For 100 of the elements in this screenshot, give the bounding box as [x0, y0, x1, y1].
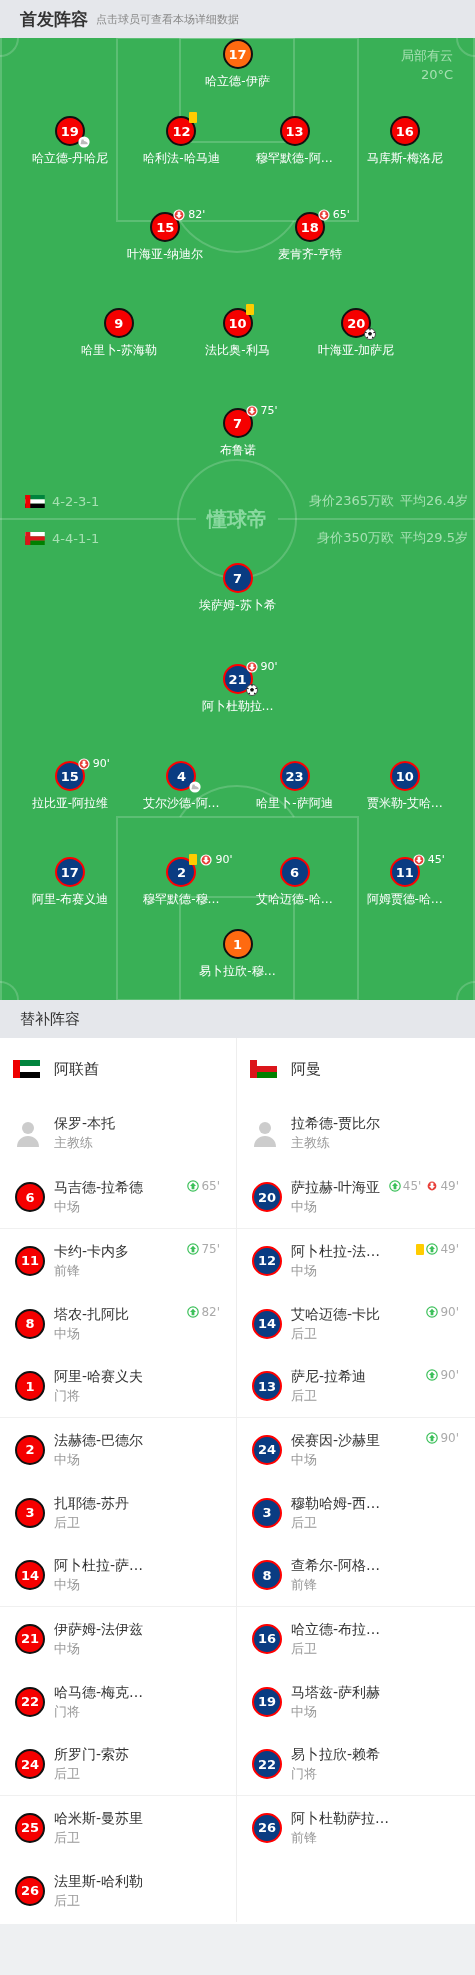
player-name[interactable]: 哈马德-梅克… — [54, 1682, 214, 1701]
player-name[interactable]: 塔农-扎阿比 — [54, 1304, 179, 1323]
player-number[interactable]: 11 — [389, 857, 420, 887]
player-name[interactable]: 扎耶德-苏丹 — [54, 1493, 214, 1512]
player-position: 前锋 — [291, 1576, 318, 1594]
player-number[interactable]: 11 — [15, 1245, 45, 1276]
player-number[interactable]: 12 — [252, 1245, 282, 1276]
player-number[interactable]: 2 — [166, 857, 197, 887]
boot-icon — [189, 781, 202, 793]
sub-out-minute: 45' — [427, 853, 445, 866]
player-number[interactable]: 24 — [252, 1434, 282, 1465]
booking-card-icon — [189, 112, 198, 123]
player-number[interactable]: 12 — [166, 116, 197, 146]
player-number[interactable]: 14 — [15, 1560, 45, 1590]
flag-icon — [250, 1060, 277, 1078]
player-name[interactable]: 马塔兹-萨利赫 — [291, 1682, 453, 1701]
coach-role: 主教练 — [54, 1134, 94, 1152]
player-name[interactable]: 马吉德-拉希德 — [54, 1178, 179, 1196]
player-number[interactable]: 24 — [15, 1749, 45, 1779]
player-name[interactable]: 卡约-卡内多 — [54, 1241, 179, 1260]
player-number[interactable]: 18 — [294, 212, 325, 242]
player-number[interactable]: 9 — [103, 308, 134, 338]
player-number[interactable]: 14 — [252, 1308, 282, 1339]
player-number[interactable]: 1 — [15, 1371, 45, 1401]
section-title: 首发阵容 — [20, 7, 88, 31]
player-number[interactable]: 3 — [252, 1497, 282, 1528]
player-number[interactable]: 25 — [15, 1812, 45, 1843]
player-number[interactable]: 17 — [54, 857, 85, 887]
sub-out-minute: 75' — [260, 404, 278, 417]
player-number[interactable]: 21 — [222, 664, 253, 694]
player-number[interactable]: 15 — [54, 761, 85, 791]
hint-text: 点击球员可查看本场详细数据 — [96, 11, 239, 27]
sub-in-minute: 82' — [201, 1305, 220, 1319]
temperature: 20°C — [419, 66, 453, 84]
team-value: 身价350万欧 — [317, 529, 395, 547]
player-name[interactable]: 阿卜杜勒萨拉… — [291, 1808, 453, 1827]
player-number[interactable]: 8 — [15, 1308, 45, 1339]
player-name[interactable]: 查希尔-阿格… — [291, 1556, 453, 1574]
player-name[interactable]: 法赫德-巴德尔 — [54, 1430, 214, 1449]
player-number[interactable]: 20 — [341, 308, 372, 338]
player-name[interactable]: 侯赛因-沙赫里 — [291, 1430, 418, 1449]
player-number[interactable]: 6 — [279, 857, 310, 887]
player-number[interactable]: 13 — [279, 116, 310, 146]
player-number[interactable]: 16 — [252, 1623, 282, 1654]
sub-out-minute: 90' — [92, 757, 110, 770]
coach-name[interactable]: 拉希德-贾比尔 — [291, 1114, 462, 1132]
player-name[interactable]: 阿卜杜拉-法… — [291, 1241, 408, 1260]
player-position: 中场 — [291, 1702, 318, 1721]
player-name[interactable]: 阿里-哈赛义夫 — [54, 1367, 214, 1385]
player-position: 中场 — [291, 1450, 318, 1469]
sub-in-icon — [187, 1243, 200, 1255]
player-number[interactable]: 7 — [222, 408, 253, 438]
player-number[interactable]: 16 — [389, 116, 420, 146]
player-name[interactable]: 哈米斯-曼苏里 — [54, 1808, 214, 1827]
player-number[interactable]: 22 — [15, 1686, 45, 1717]
team-name: 阿联酋 — [54, 1059, 99, 1079]
sub-out-icon — [245, 404, 258, 417]
player-position: 门将 — [291, 1765, 318, 1783]
player-position: 后卫 — [291, 1324, 318, 1343]
player-name[interactable]: 穆勒哈姆-西… — [291, 1493, 453, 1512]
player-name[interactable]: 易卜拉欣-赖希 — [291, 1745, 453, 1763]
player-name[interactable]: 所罗门-索苏 — [54, 1745, 214, 1763]
player-position: 中场 — [54, 1450, 81, 1469]
booking-card-icon — [416, 1243, 425, 1255]
player-name[interactable]: 萨尼-拉希迪 — [291, 1367, 418, 1385]
player-number[interactable]: 20 — [252, 1182, 282, 1212]
player-name[interactable]: 伊萨姆-法伊兹 — [54, 1619, 214, 1638]
player-number[interactable]: 26 — [15, 1875, 45, 1906]
player-number[interactable]: 21 — [15, 1623, 45, 1654]
player-number[interactable]: 23 — [279, 761, 310, 791]
sub-out-minute: 49' — [440, 1179, 459, 1193]
player-number[interactable]: 15 — [150, 212, 181, 242]
ball-icon — [364, 328, 377, 340]
player-name[interactable]: 萨拉赫-叶海亚 — [291, 1178, 380, 1196]
player-number[interactable]: 26 — [252, 1812, 282, 1843]
sub-out-icon — [426, 1180, 439, 1192]
player-number[interactable]: 10 — [222, 308, 253, 338]
player-name[interactable]: 阿卜杜拉-萨… — [54, 1556, 214, 1574]
coach-role: 主教练 — [291, 1134, 331, 1152]
player-number[interactable]: 10 — [389, 761, 420, 791]
player-number[interactable]: 4 — [166, 761, 197, 791]
player-number[interactable]: 2 — [15, 1434, 45, 1465]
average-age: 平均29.5岁 — [400, 529, 468, 547]
coach-name[interactable]: 保罗-本托 — [54, 1114, 223, 1132]
player-number[interactable]: 13 — [252, 1371, 282, 1401]
player-name[interactable]: 法里斯-哈利勒 — [54, 1871, 214, 1890]
player-number[interactable]: 3 — [15, 1497, 45, 1528]
player-number[interactable]: 19 — [54, 116, 85, 146]
player-number[interactable]: 22 — [252, 1749, 282, 1779]
average-age: 平均26.4岁 — [400, 492, 468, 510]
player-number[interactable]: 7 — [222, 563, 253, 593]
player-number[interactable]: 19 — [252, 1686, 282, 1717]
booking-card-icon — [245, 304, 254, 315]
sub-in-icon — [187, 1306, 200, 1318]
player-position: 后卫 — [291, 1387, 318, 1405]
sub-in-minute: 90' — [440, 1305, 459, 1319]
player-name[interactable]: 哈立德-布拉… — [291, 1619, 453, 1638]
player-number[interactable]: 8 — [252, 1560, 282, 1590]
player-name[interactable]: 艾哈迈德-卡比 — [291, 1304, 418, 1323]
player-number[interactable]: 6 — [15, 1182, 45, 1212]
